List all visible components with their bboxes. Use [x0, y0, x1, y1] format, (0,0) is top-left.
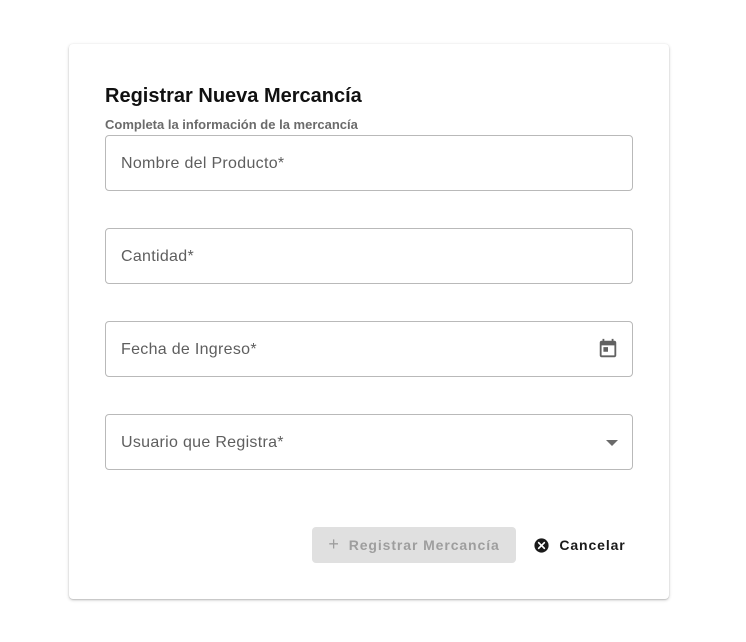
- cancel-label: Cancelar: [559, 537, 626, 553]
- form-title: Registrar Nueva Mercancía: [105, 85, 362, 107]
- form-subtitle: Completa la información de la mercancía: [105, 117, 358, 132]
- register-merchandise-label: Registrar Mercancía: [348, 537, 500, 553]
- registering-user-select[interactable]: Usuario que Registra*: [105, 414, 633, 470]
- cancel-circle-icon: [534, 537, 549, 553]
- plus-icon: +: [328, 534, 340, 554]
- entry-date-label: Fecha de Ingreso*: [121, 341, 257, 358]
- register-merchandise-button[interactable]: + Registrar Mercancía: [312, 527, 516, 563]
- registering-user-label: Usuario que Registra*: [121, 434, 284, 451]
- product-name-label: Nombre del Producto*: [121, 155, 285, 172]
- entry-date-field[interactable]: Fecha de Ingreso*: [105, 321, 633, 377]
- quantity-field[interactable]: Cantidad*: [105, 228, 633, 284]
- dropdown-caret-icon: [606, 440, 618, 446]
- calendar-icon[interactable]: [597, 338, 619, 360]
- product-name-field[interactable]: Nombre del Producto*: [105, 135, 633, 191]
- cancel-button[interactable]: Cancelar: [527, 527, 632, 563]
- form-card: Registrar Nueva Mercancía Completa la in…: [69, 44, 669, 599]
- quantity-label: Cantidad*: [121, 248, 194, 265]
